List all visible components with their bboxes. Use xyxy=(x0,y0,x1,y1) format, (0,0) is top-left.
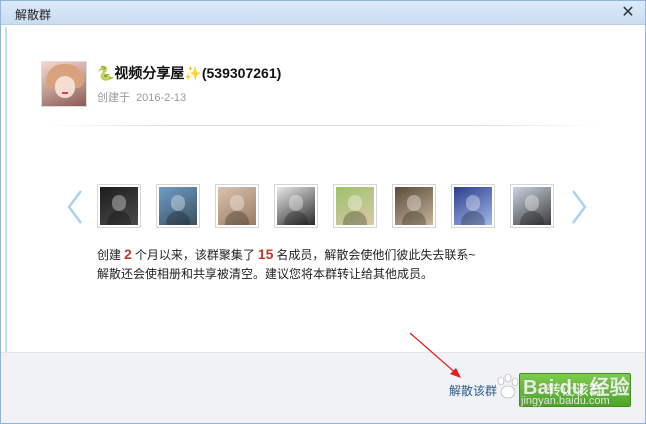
chevron-right-icon xyxy=(572,190,587,224)
member-avatar-image xyxy=(395,187,433,225)
transfer-group-button[interactable]: 转让该群 xyxy=(519,373,631,407)
annotation-arrow xyxy=(409,332,461,378)
dissolve-description: 创建 2 个月以来，该群聚集了 15 名成员，解散会使他们彼此失去联系~ 解散还会使相册… xyxy=(97,245,475,284)
member-avatar-6[interactable] xyxy=(392,184,436,228)
dissolve-group-dialog: 解散群 ✕ 🐍视频分享屋✨(539307261) 创建于 2016-2-13 创建… xyxy=(0,0,646,424)
created-date: 2016-2-13 xyxy=(136,92,187,104)
members-count: 15 xyxy=(257,246,274,262)
title-bar[interactable]: 解散群 ✕ xyxy=(1,1,645,25)
description-line-1: 创建 2 个月以来，该群聚集了 15 名成员，解散会使他们彼此失去联系~ xyxy=(97,246,476,262)
member-avatar-image xyxy=(277,187,315,225)
months-count: 2 xyxy=(124,246,132,262)
member-avatar-7[interactable] xyxy=(451,184,495,228)
prev-members-arrow[interactable] xyxy=(65,189,85,225)
close-icon[interactable]: ✕ xyxy=(619,3,637,21)
left-edge-decoration xyxy=(5,27,7,352)
created-label: 创建于 xyxy=(97,92,130,104)
member-avatar-8[interactable] xyxy=(510,184,554,228)
next-members-arrow[interactable] xyxy=(569,189,589,225)
group-name: 🐍视频分享屋✨(539307261) xyxy=(97,65,282,81)
member-avatar-image xyxy=(100,187,138,225)
group-avatar xyxy=(41,61,87,107)
member-avatar-5[interactable] xyxy=(333,184,377,228)
member-avatar-image xyxy=(513,187,551,225)
created-info: 创建于 2016-2-13 xyxy=(97,89,192,105)
dialog-title: 解散群 xyxy=(15,8,52,22)
member-avatar-image xyxy=(336,187,374,225)
divider xyxy=(41,125,601,126)
member-avatar-3[interactable] xyxy=(215,184,259,228)
member-avatar-image xyxy=(218,187,256,225)
member-avatar-4[interactable] xyxy=(274,184,318,228)
member-avatar-image xyxy=(159,187,197,225)
member-avatar-image xyxy=(454,187,492,225)
member-avatar-2[interactable] xyxy=(156,184,200,228)
dissolve-group-link[interactable]: 解散该群 xyxy=(449,382,497,399)
description-line-2: 解散还会使相册和共享被清空。建议您将本群转让给其他成员。 xyxy=(97,267,434,281)
member-avatar-1[interactable] xyxy=(97,184,141,228)
chevron-left-icon xyxy=(67,190,82,224)
